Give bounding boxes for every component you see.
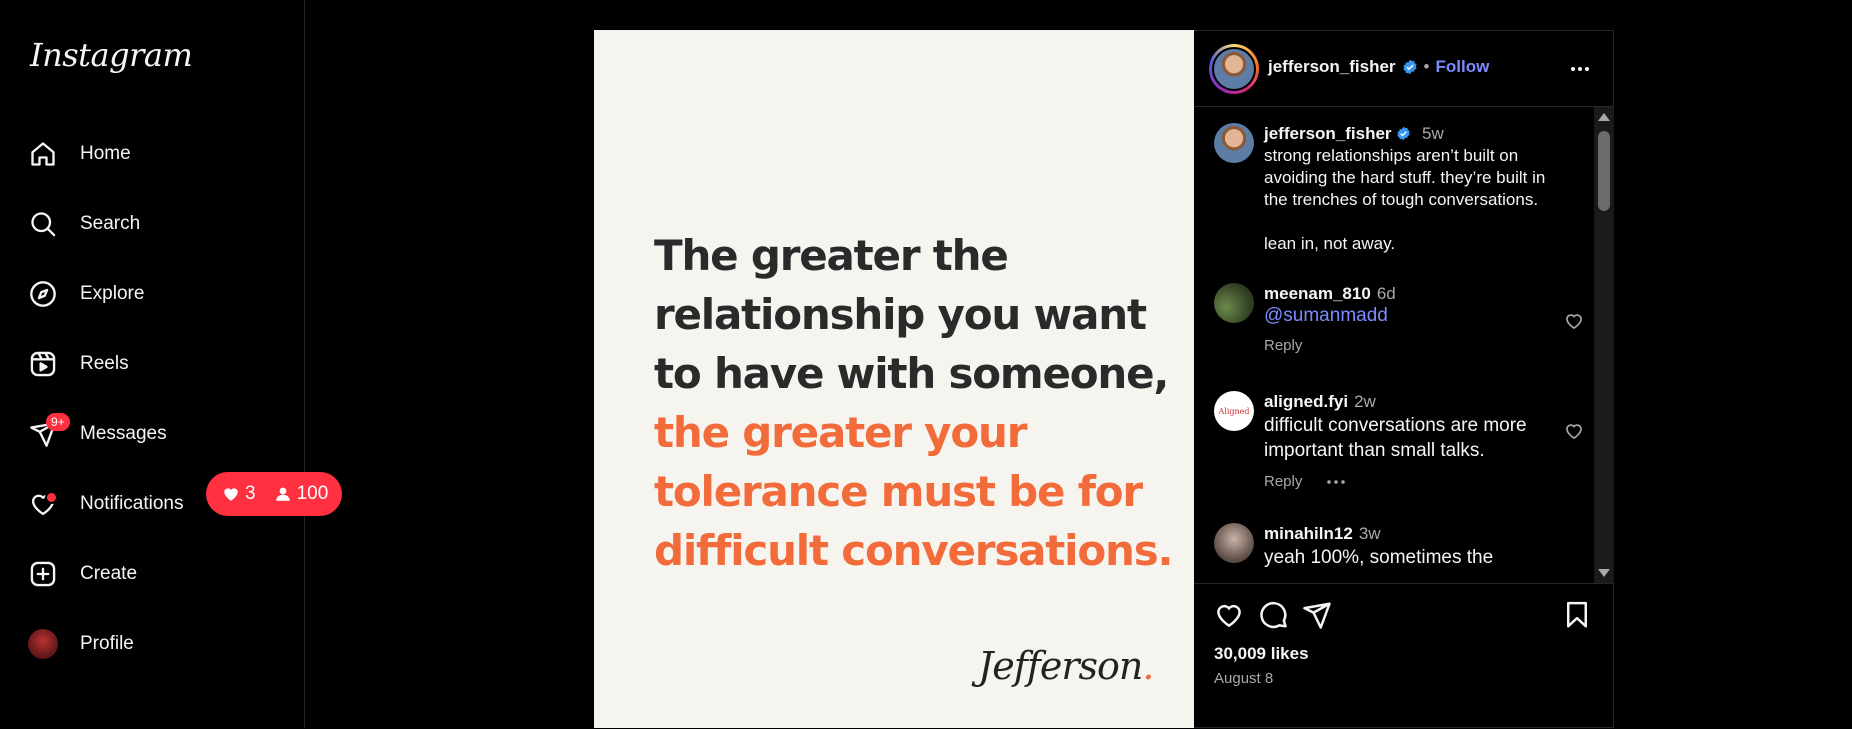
caption-username[interactable]: jefferson_fisher — [1264, 124, 1392, 143]
heart-icon — [28, 489, 58, 519]
follows-count: 100 — [296, 483, 329, 504]
avatar[interactable] — [1214, 523, 1254, 563]
sidebar-item-search[interactable]: Search — [28, 200, 288, 248]
post-details-panel: jefferson_fisher • Follow jefferson_fish… — [1194, 30, 1614, 728]
author-username[interactable]: jefferson_fisher — [1268, 57, 1396, 77]
avatar[interactable] — [1214, 123, 1254, 163]
scroll-thumb[interactable] — [1598, 131, 1610, 211]
comment-text: yeah 100%, sometimes the — [1264, 547, 1494, 568]
sidebar-item-label: Reels — [80, 353, 129, 374]
sidebar-item-label: Explore — [80, 283, 145, 304]
sidebar-item-label: Home — [80, 143, 131, 164]
comment-time: 2w — [1354, 392, 1376, 411]
quote-line-highlight: the greater your — [654, 408, 1027, 457]
comment-time: 6d — [1376, 284, 1396, 303]
comment-item: minahiln12 3w yeah 100%, sometimes the — [1214, 523, 1584, 583]
comment-text: difficult conversations are more importa… — [1264, 415, 1527, 461]
notifications-popup[interactable]: 3 100 — [206, 472, 343, 516]
reply-button[interactable]: Reply — [1264, 337, 1302, 354]
more-options-icon[interactable] — [1568, 57, 1592, 81]
share-icon[interactable] — [1302, 600, 1332, 630]
comment-like-icon[interactable] — [1564, 421, 1584, 441]
separator: • — [1423, 57, 1430, 76]
avatar[interactable]: Aligned — [1214, 391, 1254, 431]
sidebar-item-label: Notifications — [80, 493, 184, 514]
sidebar-item-label: Profile — [80, 633, 134, 654]
quote-line: to have with someone, — [654, 349, 1169, 398]
likes-count: 3 — [245, 483, 256, 504]
sidebar-item-profile[interactable]: Profile — [28, 620, 288, 668]
heart-filled-icon — [224, 488, 238, 501]
sidebar-item-home[interactable]: Home — [28, 130, 288, 178]
comment-item: meenam_810 6d @sumanmadd Reply — [1214, 283, 1584, 373]
verified-icon — [1402, 59, 1417, 75]
post-image[interactable]: The greater the relationship you want to… — [594, 30, 1194, 728]
search-icon — [28, 209, 58, 239]
signature: Jefferson. — [978, 644, 1154, 688]
sidebar-item-label: Create — [80, 563, 138, 584]
comment-username[interactable]: meenam_810 — [1264, 284, 1371, 303]
sidebar-item-label: Messages — [80, 423, 167, 444]
reels-icon — [28, 349, 58, 379]
comment-options-icon[interactable] — [1326, 479, 1346, 485]
avatar[interactable] — [1214, 283, 1254, 323]
sidebar-item-reels[interactable]: Reels — [28, 340, 288, 388]
sidebar-item-create[interactable]: Create — [28, 550, 288, 598]
comments-list[interactable]: jefferson_fisher 5w strong relationships… — [1194, 107, 1594, 583]
like-icon[interactable] — [1214, 600, 1244, 630]
paper-plane-icon: 9+ — [28, 413, 70, 449]
sidebar-item-label: Search — [80, 213, 141, 234]
reply-button[interactable]: Reply — [1264, 473, 1302, 490]
post-actions: 30,009 likes August 8 — [1194, 583, 1614, 729]
author-avatar[interactable] — [1209, 44, 1259, 94]
comment-username[interactable]: aligned.fyi — [1264, 392, 1348, 411]
quote-line-highlight: difficult conversations. — [654, 526, 1173, 575]
post-date: August 8 — [1214, 670, 1274, 687]
mention-link[interactable]: @sumanmadd — [1264, 305, 1564, 327]
comments-scrollbar[interactable] — [1594, 107, 1614, 583]
post-header: jefferson_fisher • Follow — [1194, 31, 1614, 107]
instagram-logo[interactable]: Instagram — [30, 36, 193, 74]
follow-button[interactable]: Follow — [1436, 57, 1490, 77]
messages-badge: 9+ — [46, 413, 70, 431]
sidebar-item-messages[interactable]: 9+ Messages — [28, 410, 288, 458]
caption-text: strong relationships aren’t built on avo… — [1264, 146, 1546, 253]
sidebar: Instagram Home Search Explore Reels 9+ M… — [0, 0, 305, 728]
quote-line-highlight: tolerance must be for — [654, 467, 1143, 516]
notification-dot — [45, 491, 58, 504]
likes-count[interactable]: 30,009 likes — [1214, 644, 1309, 664]
verified-icon — [1397, 126, 1410, 141]
post-quote: The greater the relationship you want to… — [654, 226, 1174, 580]
avatar — [28, 629, 58, 659]
comment-icon[interactable] — [1258, 600, 1288, 630]
sidebar-item-explore[interactable]: Explore — [28, 270, 288, 318]
comment-item: Aligned aligned.fyi 2w difficult conversa… — [1214, 391, 1584, 501]
person-icon — [275, 487, 290, 501]
caption: jefferson_fisher 5w strong relationships… — [1214, 123, 1584, 263]
home-icon — [28, 139, 58, 169]
quote-line: relationship you want — [654, 290, 1147, 339]
quote-line: The greater the — [654, 231, 1009, 280]
plus-square-icon — [28, 559, 58, 589]
comment-time: 3w — [1358, 524, 1381, 543]
comment-username[interactable]: minahiln12 — [1264, 524, 1353, 543]
bookmark-icon[interactable] — [1562, 600, 1592, 630]
comment-like-icon[interactable] — [1564, 311, 1584, 331]
scroll-up-arrow[interactable] — [1598, 113, 1610, 121]
scroll-down-arrow[interactable] — [1598, 569, 1610, 577]
caption-time: 5w — [1422, 124, 1444, 143]
compass-icon — [28, 279, 58, 309]
